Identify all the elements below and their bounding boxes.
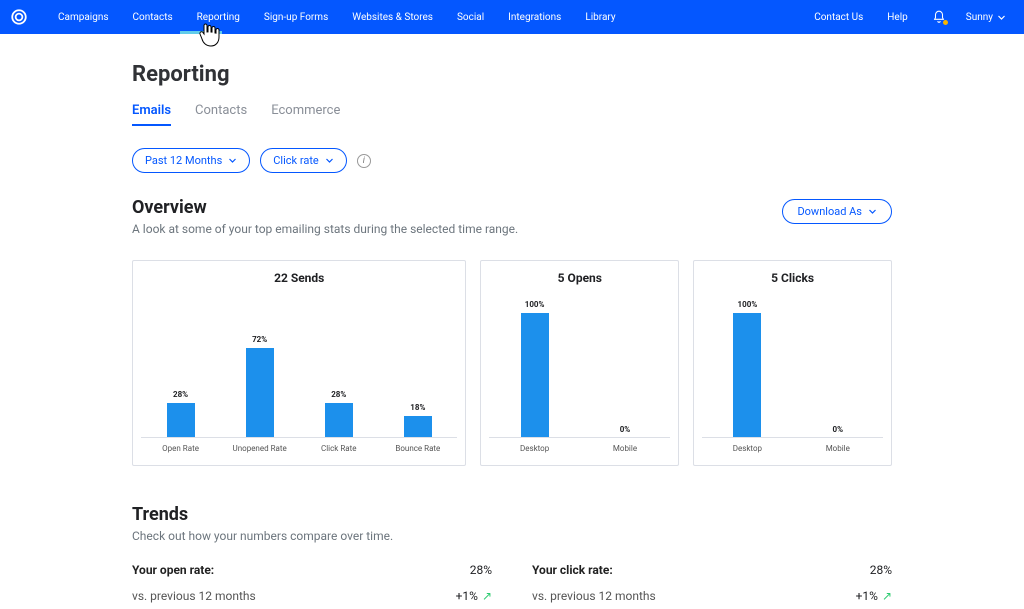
bar-value-label: 100% (525, 300, 545, 309)
chevron-down-icon (228, 156, 237, 165)
nav-contact-us[interactable]: Contact Us (802, 12, 875, 23)
chart-plot-area: 28% 72% 28% 18% (141, 293, 457, 438)
top-navbar: Campaigns Contacts Reporting Sign-up For… (0, 0, 1024, 34)
download-as-button[interactable]: Download As (782, 199, 892, 224)
tab-contacts[interactable]: Contacts (195, 103, 247, 126)
chart-bar: 100% (495, 300, 575, 438)
chart-bar: 72% (230, 335, 290, 438)
nav-reporting[interactable]: Reporting (185, 12, 252, 23)
chart-title: 22 Sends (274, 271, 324, 285)
bar-value-label: 28% (173, 390, 188, 399)
date-range-label: Past 12 Months (145, 154, 222, 167)
trend-up-arrow-icon: ↗ (882, 589, 892, 603)
chart-bar: 0% (798, 425, 878, 438)
overview-title: Overview (132, 197, 518, 218)
filter-row: Past 12 Months Click rate i (132, 148, 892, 173)
nav-integrations[interactable]: Integrations (496, 12, 573, 23)
download-as-label: Download As (797, 205, 862, 218)
nav-websites[interactable]: Websites & Stores (340, 12, 445, 23)
tab-ecommerce[interactable]: Ecommerce (271, 103, 340, 126)
chart-bar: 18% (388, 403, 448, 439)
trends-section: Trends Check out how your numbers compar… (132, 504, 892, 609)
bar-rect (246, 348, 274, 438)
chart-bar: 28% (151, 390, 211, 438)
chart-card-1: 5 Opens 100% 0% Desktop Mobile (480, 260, 679, 466)
click-rate-value: 28% (870, 563, 892, 577)
open-rate-compare-value: +1% (456, 589, 478, 603)
tab-emails[interactable]: Emails (132, 103, 171, 126)
bar-value-label: 0% (620, 425, 631, 434)
chart-bar: 28% (309, 390, 369, 438)
reporting-page: Reporting Emails Contacts Ecommerce Past… (132, 34, 892, 609)
bar-category-label: Unopened Rate (230, 444, 290, 453)
bar-rect (733, 313, 761, 438)
chart-plot-area: 100% 0% (489, 293, 670, 438)
user-name-label: Sunny (966, 12, 993, 23)
chevron-down-icon (868, 207, 877, 216)
nav-help[interactable]: Help (875, 12, 919, 23)
bar-value-label: 100% (738, 300, 758, 309)
chart-plot-area: 100% 0% (702, 293, 883, 438)
bar-value-label: 18% (410, 403, 425, 412)
info-icon[interactable]: i (357, 154, 371, 168)
chart-bar: 0% (585, 425, 665, 438)
chart-bar: 100% (707, 300, 787, 438)
bar-rect (325, 403, 353, 438)
bar-category-label: Bounce Rate (388, 444, 448, 453)
click-rate-compare-label: vs. previous 12 months (532, 589, 656, 603)
bar-value-label: 28% (331, 390, 346, 399)
overview-subtitle: A look at some of your top emailing stat… (132, 222, 518, 236)
brand-logo-icon[interactable] (10, 8, 28, 26)
metric-filter[interactable]: Click rate (260, 148, 347, 173)
overview-charts: 22 Sends 28% 72% 28% 18% Open Rate Unopened Ra… (132, 260, 892, 466)
bar-rect (167, 403, 195, 438)
notifications-bell-icon[interactable] (932, 10, 946, 24)
chart-card-0: 22 Sends 28% 72% 28% 18% Open Rate Unopened Ra… (132, 260, 466, 466)
chevron-down-icon (325, 156, 334, 165)
bar-category-label: Click Rate (309, 444, 369, 453)
trends-subtitle: Check out how your numbers compare over … (132, 529, 892, 543)
chart-title: 5 Opens (558, 271, 602, 285)
page-title: Reporting (132, 62, 892, 87)
chevron-down-icon (997, 13, 1006, 22)
nav-signup-forms[interactable]: Sign-up Forms (252, 12, 340, 23)
nav-social[interactable]: Social (445, 12, 496, 23)
trend-up-arrow-icon: ↗ (482, 589, 492, 603)
report-tabs: Emails Contacts Ecommerce (132, 103, 892, 126)
bar-category-label: Open Rate (151, 444, 211, 453)
nav-reporting-hover-underline (180, 31, 222, 34)
click-rate-label: Your click rate: (532, 563, 613, 577)
date-range-filter[interactable]: Past 12 Months (132, 148, 250, 173)
bar-rect (521, 313, 549, 438)
click-rate-compare-value: +1% (856, 589, 878, 603)
bar-value-label: 72% (252, 335, 267, 344)
bar-category-label: Mobile (798, 444, 878, 453)
open-rate-label: Your open rate: (132, 563, 214, 577)
nav-library[interactable]: Library (573, 12, 627, 23)
nav-contacts[interactable]: Contacts (121, 12, 185, 23)
chart-card-2: 5 Clicks 100% 0% Desktop Mobile (693, 260, 892, 466)
open-rate-value: 28% (470, 563, 492, 577)
open-rate-compare-label: vs. previous 12 months (132, 589, 256, 603)
bar-rect (404, 416, 432, 439)
bar-category-label: Mobile (585, 444, 665, 453)
bar-value-label: 0% (833, 425, 844, 434)
bar-category-label: Desktop (707, 444, 787, 453)
nav-campaigns[interactable]: Campaigns (46, 12, 121, 23)
chart-title: 5 Clicks (771, 271, 814, 285)
user-menu[interactable]: Sunny (958, 12, 1014, 23)
trends-title: Trends (132, 504, 892, 525)
metric-label: Click rate (273, 154, 319, 167)
notification-dot-icon (943, 20, 948, 25)
bar-category-label: Desktop (495, 444, 575, 453)
